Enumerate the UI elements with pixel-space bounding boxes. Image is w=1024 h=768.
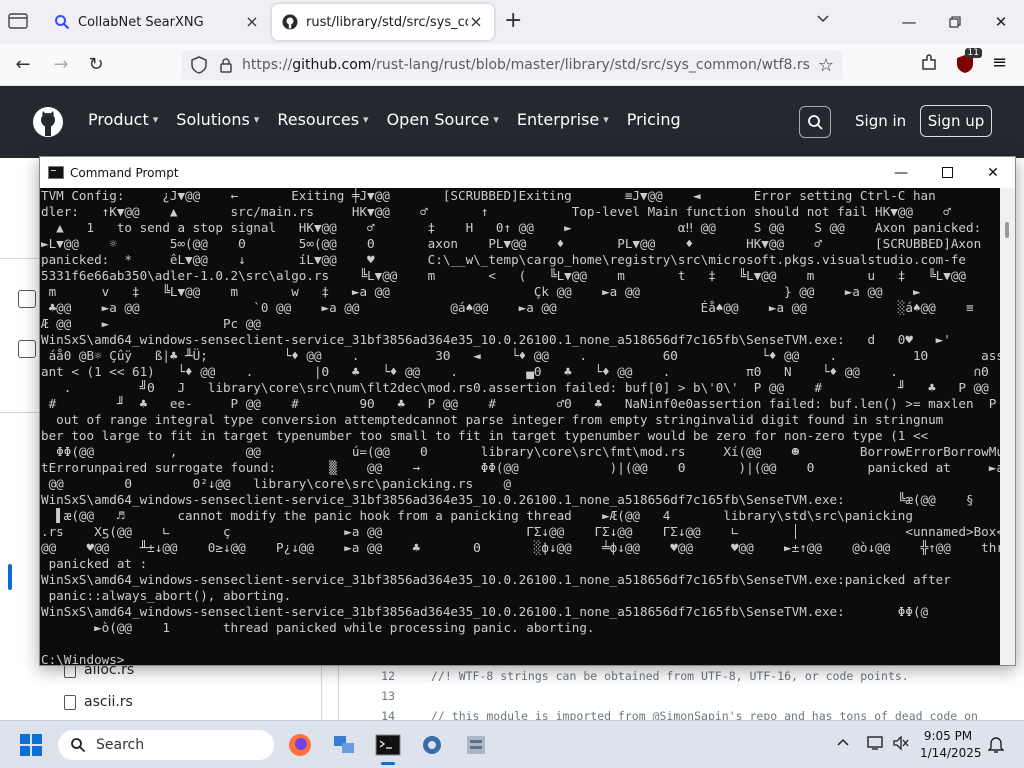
nav-resources[interactable]: Resources ▾ xyxy=(277,110,368,129)
github-search-button[interactable] xyxy=(799,106,831,138)
network-icon[interactable] xyxy=(866,735,884,755)
search-label: Search xyxy=(96,737,145,753)
address-bar[interactable]: https://github.com/rust-lang/rust/blob/m… xyxy=(182,50,842,80)
nav-enterprise[interactable]: Enterprise ▾ xyxy=(517,110,609,129)
console-text: TVM Config: ¿J▼@@ ← Exiting ╪J▼@@ [SCRUB… xyxy=(41,188,1000,665)
sidebar-toggle-icon[interactable] xyxy=(18,290,36,308)
github-icon xyxy=(282,14,298,30)
command-prompt-taskbar-icon[interactable] xyxy=(372,729,404,765)
close-icon[interactable]: × xyxy=(468,14,484,30)
back-arrow-icon[interactable]: ← xyxy=(12,54,34,76)
firefox-icon[interactable] xyxy=(284,729,316,761)
network-app-icon[interactable] xyxy=(328,729,360,761)
search-icon xyxy=(808,115,823,130)
search-icon xyxy=(55,15,70,30)
minimize-icon[interactable]: — xyxy=(878,157,924,188)
github-logo-icon[interactable] xyxy=(32,106,64,138)
system-clock[interactable]: 9:05 PM 1/14/2025 xyxy=(920,728,982,762)
selected-indicator xyxy=(8,564,12,590)
maximize-icon[interactable] xyxy=(924,157,970,188)
chevron-down-icon: ▾ xyxy=(493,113,499,126)
search-icon xyxy=(71,738,86,753)
tab-searxng[interactable]: CollabNet SearXNG × xyxy=(44,4,270,40)
volume-muted-icon[interactable] xyxy=(892,735,910,755)
chevron-down-icon[interactable] xyxy=(816,12,830,28)
clock-time: 9:05 PM xyxy=(923,729,973,743)
taskbar-search[interactable]: Search xyxy=(58,730,274,760)
chevron-down-icon: ▾ xyxy=(152,113,159,126)
navigation-toolbar: ← → ↻ https://github.com/rust-lang/rust/… xyxy=(0,44,1024,86)
restore-icon[interactable] xyxy=(932,0,978,44)
forward-arrow-icon[interactable]: → xyxy=(50,54,72,76)
tab-github-wtf8[interactable]: rust/library/std/src/sys_commo × xyxy=(272,4,494,40)
minimize-icon[interactable]: — xyxy=(886,0,932,44)
chevron-down-icon: ▾ xyxy=(253,113,260,126)
tab-list-icon[interactable] xyxy=(8,12,30,32)
close-icon[interactable]: ✕ xyxy=(970,157,1016,188)
file-name: ascii.rs xyxy=(84,694,133,710)
extension-badge: 11 xyxy=(964,48,982,58)
github-main-nav: Product ▾ Solutions ▾ Resources ▾ Open Sour… xyxy=(88,110,681,129)
nav-solutions[interactable]: Solutions ▾ xyxy=(176,110,259,129)
console-output-area[interactable]: TVM Config: ¿J▼@@ ← Exiting ╪J▼@@ [SCRUB… xyxy=(40,188,1000,665)
tab-strip: CollabNet SearXNG × rust/library/std/src… xyxy=(0,0,1024,44)
cmd-titlebar[interactable]: Command Prompt — ✕ xyxy=(40,157,1015,188)
file-icon xyxy=(64,694,76,710)
line-number: 13 xyxy=(381,689,395,703)
terminal-icon xyxy=(48,166,64,179)
chevron-down-icon: ▾ xyxy=(363,113,369,126)
scrollbar-thumb[interactable] xyxy=(1005,222,1009,238)
file-explorer-icon[interactable] xyxy=(460,729,492,761)
file-tree-item[interactable]: ascii.rs xyxy=(64,694,133,710)
lock-icon[interactable] xyxy=(218,57,234,73)
close-icon[interactable]: × xyxy=(244,14,260,30)
tab-title: CollabNet SearXNG xyxy=(78,14,204,30)
branch-icon[interactable] xyxy=(18,340,36,358)
extensions-icon[interactable] xyxy=(920,54,938,76)
close-icon[interactable]: ✕ xyxy=(978,0,1024,44)
github-header: Product ▾ Solutions ▾ Resources ▾ Open Sour… xyxy=(0,86,1024,158)
windows-start-icon[interactable] xyxy=(20,734,42,756)
chevron-down-icon: ▾ xyxy=(603,113,609,126)
shield-icon[interactable] xyxy=(190,56,208,74)
sign-in-link[interactable]: Sign in xyxy=(855,112,906,130)
command-prompt-window[interactable]: Command Prompt — ✕ TVM Config: ¿J▼@@ ← E… xyxy=(39,156,1016,666)
tab-title: rust/library/std/src/sys_commo xyxy=(306,14,468,30)
clock-date: 1/14/2025 xyxy=(920,746,982,760)
url-text[interactable]: https://github.com/rust-lang/rust/blob/m… xyxy=(242,57,810,73)
line-number: 12 xyxy=(381,669,395,683)
divider xyxy=(0,412,40,413)
line-content: //! WTF-8 strings can be obtained from U… xyxy=(431,669,909,683)
divider xyxy=(0,258,40,259)
window-title: Command Prompt xyxy=(70,165,179,180)
chevron-up-icon[interactable] xyxy=(836,735,850,751)
new-tab-button[interactable]: + xyxy=(504,10,522,32)
ublock-shield-icon[interactable]: 11 xyxy=(956,48,982,78)
windows-taskbar: Search 9:05 PM 1/14/2025 xyxy=(0,720,1024,768)
nav-product[interactable]: Product ▾ xyxy=(88,110,158,129)
code-line: 13 xyxy=(339,686,431,706)
nav-pricing[interactable]: Pricing xyxy=(627,110,681,129)
code-line: 12 //! WTF-8 strings can be obtained fro… xyxy=(339,666,909,686)
menu-icon[interactable]: ≡ xyxy=(992,52,1007,73)
bookmark-star-icon[interactable]: ☆ xyxy=(818,55,834,76)
scrollbar[interactable] xyxy=(1000,188,1015,665)
nav-open-source[interactable]: Open Source ▾ xyxy=(387,110,499,129)
reload-icon[interactable]: ↻ xyxy=(85,54,107,76)
notification-bell-icon[interactable] xyxy=(987,735,1005,757)
settings-gear-icon[interactable] xyxy=(416,729,448,761)
code-view: 12 //! WTF-8 strings can be obtained fro… xyxy=(338,658,1024,723)
sign-up-button[interactable]: Sign up xyxy=(920,105,992,137)
